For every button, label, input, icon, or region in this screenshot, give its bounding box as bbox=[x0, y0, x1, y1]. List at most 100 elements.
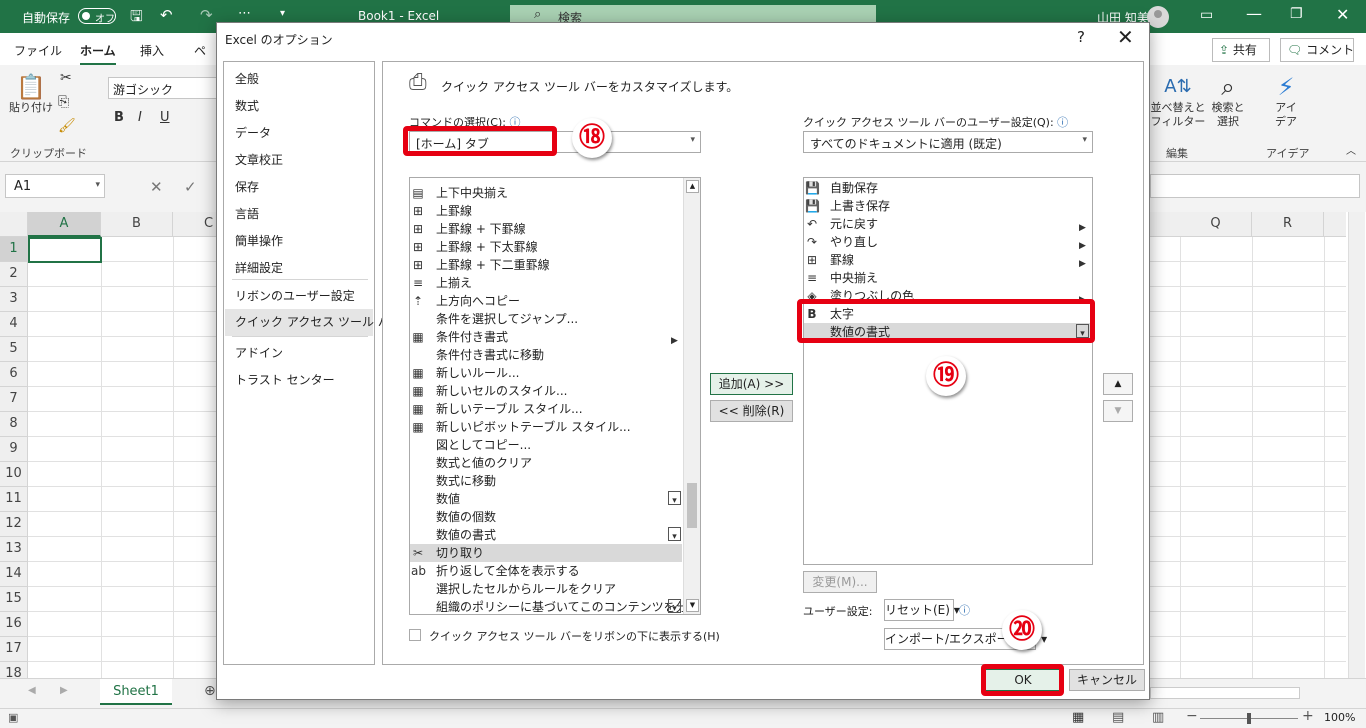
command-item[interactable]: ▦ 新しいテーブル スタイル... bbox=[410, 400, 682, 418]
command-item[interactable]: 数値の個数 bbox=[410, 508, 682, 526]
nav-item[interactable]: リボンのユーザー設定 bbox=[225, 283, 373, 310]
nav-item[interactable]: 数式 bbox=[225, 93, 373, 120]
font-name-box[interactable]: 游ゴシック bbox=[108, 77, 218, 99]
command-item[interactable]: ⊞ 上罫線 bbox=[410, 202, 682, 220]
command-item[interactable]: ▦ 新しいルール... bbox=[410, 364, 682, 382]
nav-item[interactable]: データ bbox=[225, 120, 373, 147]
row-header[interactable]: 16 bbox=[0, 612, 28, 637]
scroll-up-icon[interactable]: ▲ bbox=[686, 180, 699, 193]
add-sheet-icon[interactable]: ⊕ bbox=[204, 683, 216, 699]
command-item[interactable]: ▤ 上下中央揃え bbox=[410, 184, 682, 202]
prev-sheet-icon[interactable]: ◀ bbox=[28, 685, 36, 696]
row-header[interactable]: 8 bbox=[0, 412, 28, 437]
command-item[interactable]: ≡ 上揃え bbox=[410, 274, 682, 292]
row-header[interactable]: 10 bbox=[0, 462, 28, 487]
row-header[interactable]: 12 bbox=[0, 512, 28, 537]
underline-button[interactable]: U bbox=[160, 111, 170, 125]
row-header[interactable]: 5 bbox=[0, 337, 28, 362]
zoom-level[interactable]: 100% bbox=[1324, 711, 1355, 724]
column-header[interactable]: B bbox=[101, 212, 173, 237]
next-sheet-icon[interactable]: ▶ bbox=[60, 685, 68, 696]
row-header[interactable]: 6 bbox=[0, 362, 28, 387]
zoom-out-icon[interactable]: − bbox=[1186, 708, 1198, 724]
show-below-checkbox[interactable] bbox=[409, 629, 421, 641]
row-header[interactable]: 1 bbox=[0, 237, 28, 262]
nav-item[interactable]: クイック アクセス ツール バー bbox=[225, 309, 402, 336]
row-header[interactable]: 4 bbox=[0, 312, 28, 337]
modify-button[interactable]: 変更(M)... bbox=[803, 571, 877, 593]
qat-customize-icon[interactable]: ▾ bbox=[280, 8, 285, 19]
horizontal-scrollbar[interactable] bbox=[1150, 687, 1300, 699]
paste-button[interactable]: 📋 貼り付け bbox=[8, 73, 54, 115]
format-painter-icon[interactable]: 🖌 bbox=[58, 119, 76, 133]
copy-icon[interactable]: ⎘ bbox=[58, 95, 69, 109]
sort-filter-button[interactable]: A⇅ 並べ替えと フィルター bbox=[1150, 73, 1206, 129]
cancel-entry-icon[interactable]: ✕ bbox=[150, 178, 163, 196]
save-icon[interactable]: 🖫 bbox=[130, 6, 143, 31]
row-header[interactable]: 17 bbox=[0, 637, 28, 662]
command-item[interactable]: 条件を選択してジャンプ... bbox=[410, 310, 682, 328]
redo-icon[interactable]: ↷ bbox=[200, 6, 213, 24]
vertical-scrollbar[interactable] bbox=[1348, 212, 1365, 678]
tab-page-layout[interactable]: ペ bbox=[194, 42, 206, 59]
confirm-entry-icon[interactable]: ✓ bbox=[184, 178, 197, 196]
restore-icon[interactable]: ❐ bbox=[1290, 6, 1303, 22]
avatar[interactable] bbox=[1147, 6, 1169, 28]
cancel-button[interactable]: キャンセル bbox=[1069, 669, 1145, 691]
italic-button[interactable]: I bbox=[138, 111, 142, 125]
help-icon[interactable]: ? bbox=[1077, 28, 1085, 46]
row-header[interactable]: 13 bbox=[0, 537, 28, 562]
command-item[interactable]: 数式に移動 bbox=[410, 472, 682, 490]
command-item[interactable]: 数値 ▾ bbox=[410, 490, 682, 508]
row-header[interactable]: 3 bbox=[0, 287, 28, 312]
ideas-button[interactable]: ⚡ アイ デア bbox=[1266, 73, 1306, 129]
scrollbar-thumb[interactable] bbox=[687, 483, 697, 528]
qat-more-icon[interactable]: ⋯ bbox=[238, 6, 251, 21]
column-header-blank[interactable] bbox=[1324, 212, 1346, 237]
qat-item[interactable]: 💾 上書き保存 bbox=[804, 197, 1092, 215]
nav-item[interactable]: アドイン bbox=[225, 340, 373, 367]
row-header[interactable]: 11 bbox=[0, 487, 28, 512]
share-button[interactable]: ⇪ 共有 bbox=[1212, 38, 1270, 62]
qat-item[interactable]: ↷ やり直し ▶ bbox=[804, 233, 1092, 251]
row-header[interactable]: 7 bbox=[0, 387, 28, 412]
nav-item[interactable]: 詳細設定 bbox=[225, 255, 373, 282]
command-item[interactable]: 組織のポリシーに基づいてこのコンテンツを分... ▾ bbox=[410, 598, 699, 614]
command-item[interactable]: ⇡ 上方向へコピー bbox=[410, 292, 682, 310]
qat-item[interactable]: ≡ 中央揃え bbox=[804, 269, 1092, 287]
nav-item[interactable]: 全般 bbox=[225, 66, 373, 93]
reset-button[interactable]: リセット(E) ▾ bbox=[884, 599, 960, 621]
window-close-icon[interactable]: ✕ bbox=[1336, 5, 1349, 24]
move-down-button[interactable]: ▼ bbox=[1103, 400, 1133, 422]
formula-input[interactable] bbox=[1150, 174, 1360, 198]
command-item[interactable]: 数式と値のクリア bbox=[410, 454, 682, 472]
row-header[interactable]: 15 bbox=[0, 587, 28, 612]
commands-scrollbar[interactable]: ▲ ▼ bbox=[683, 178, 700, 614]
nav-item[interactable]: トラスト センター bbox=[225, 367, 373, 394]
find-select-button[interactable]: ⌕ 検索と 選択 bbox=[1206, 73, 1250, 129]
sheet-tab[interactable]: Sheet1 bbox=[100, 679, 172, 705]
command-item[interactable]: ▦ 新しいセルのスタイル... bbox=[410, 382, 682, 400]
remove-button[interactable]: << 削除(R) bbox=[710, 400, 793, 422]
collapse-ribbon-icon[interactable]: ︿ bbox=[1346, 145, 1356, 159]
add-button[interactable]: 追加(A) >> bbox=[710, 373, 793, 395]
customize-qat-dropdown[interactable]: すべてのドキュメントに適用 (既定) ▾ bbox=[803, 131, 1093, 153]
tab-file[interactable]: ファイル bbox=[14, 42, 62, 59]
column-header[interactable]: Q bbox=[1180, 212, 1252, 237]
select-all-corner[interactable] bbox=[0, 212, 28, 237]
comment-button[interactable]: 🗨 コメント bbox=[1280, 38, 1354, 62]
normal-view-icon[interactable]: ▦ bbox=[1072, 710, 1084, 725]
macro-record-icon[interactable]: ▣ bbox=[8, 711, 18, 724]
name-box[interactable]: A1 ▾ bbox=[5, 174, 105, 198]
nav-item[interactable]: 簡単操作 bbox=[225, 228, 373, 255]
column-header[interactable]: R bbox=[1252, 212, 1324, 237]
row-header[interactable]: 9 bbox=[0, 437, 28, 462]
page-layout-view-icon[interactable]: ▤ bbox=[1112, 710, 1124, 725]
scroll-down-icon[interactable]: ▼ bbox=[686, 599, 699, 612]
close-icon[interactable]: ✕ bbox=[1117, 25, 1134, 49]
row-header[interactable]: 2 bbox=[0, 262, 28, 287]
tab-insert[interactable]: 挿入 bbox=[140, 42, 164, 59]
command-item[interactable]: ab 折り返して全体を表示する bbox=[410, 562, 682, 580]
row-header[interactable]: 14 bbox=[0, 562, 28, 587]
tab-home[interactable]: ホーム bbox=[80, 42, 116, 66]
